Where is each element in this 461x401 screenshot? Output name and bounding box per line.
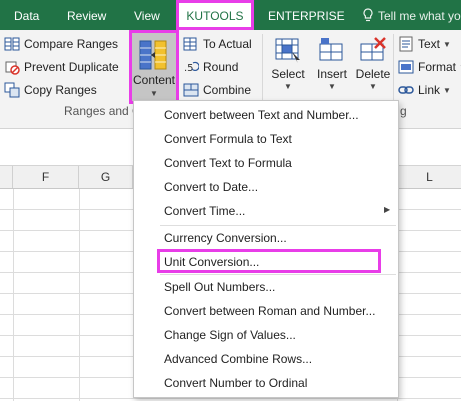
menu-item-convert-number-ordinal[interactable]: Convert Number to Ordinal: [164, 373, 307, 393]
select-button[interactable]: Select ▼: [268, 36, 308, 91]
link-label: Link: [418, 83, 441, 97]
tab-enterprise[interactable]: ENTERPRISE: [268, 0, 345, 30]
menu-item-change-sign[interactable]: Change Sign of Values...: [164, 325, 296, 345]
ribbon-tab-strip: Data Review View KUTOOLS ENTERPRISE Tell…: [0, 0, 461, 30]
round-button[interactable]: .5 Round: [183, 57, 238, 77]
column-header-g[interactable]: G: [79, 166, 133, 188]
copy-ranges-button[interactable]: Copy Ranges: [4, 80, 97, 100]
chevron-down-icon: ▼: [284, 82, 292, 91]
column-header-e[interactable]: [0, 166, 13, 188]
insert-icon: [319, 38, 343, 61]
group-label-editing: g: [400, 104, 407, 118]
chevron-down-icon: ▼: [443, 85, 451, 95]
combine-label: Combine: [203, 83, 252, 97]
svg-text:.5: .5: [184, 63, 194, 74]
text-button[interactable]: Text ▼: [398, 34, 451, 54]
menu-item-convert-roman-number[interactable]: Convert between Roman and Number...: [164, 301, 375, 321]
menu-item-convert-to-date[interactable]: Convert to Date...: [164, 177, 258, 197]
combine-icon: [183, 83, 199, 97]
format-button[interactable]: Format ▼: [398, 57, 461, 77]
prevent-duplicate-icon: [5, 61, 20, 75]
delete-label: Delete: [355, 67, 391, 81]
tab-data[interactable]: Data: [14, 0, 39, 30]
menu-item-convert-formula-text[interactable]: Convert Formula to Text: [164, 129, 292, 149]
menu-separator: [160, 225, 396, 226]
chevron-down-icon: ▼: [369, 82, 377, 91]
lightbulb-icon: [363, 8, 373, 22]
round-icon: .5: [184, 61, 199, 74]
link-button[interactable]: Link ▼: [398, 80, 451, 100]
chevron-down-icon: ▼: [150, 89, 158, 98]
grid-line: [0, 398, 461, 399]
chevron-down-icon: ▼: [328, 82, 336, 91]
menu-item-advanced-combine-rows[interactable]: Advanced Combine Rows...: [164, 349, 312, 369]
menu-item-currency-conversion[interactable]: Currency Conversion...: [164, 228, 287, 248]
select-icon: [275, 38, 300, 63]
delete-icon: [360, 37, 386, 61]
delete-button[interactable]: Delete ▼: [353, 36, 393, 91]
insert-label: Insert: [316, 67, 347, 81]
content-dropdown-button[interactable]: Content ▼: [129, 30, 179, 104]
menu-item-convert-text-number[interactable]: Convert between Text and Number...: [164, 105, 359, 125]
menu-item-convert-text-formula[interactable]: Convert Text to Formula: [164, 153, 292, 173]
tab-review[interactable]: Review: [67, 0, 106, 30]
menu-item-convert-time[interactable]: Convert Time...: [164, 201, 245, 221]
compare-ranges-label: Compare Ranges: [24, 37, 119, 51]
unit-conversion-highlight: [157, 249, 381, 273]
chevron-down-icon: ▼: [443, 39, 451, 49]
insert-button[interactable]: Insert ▼: [312, 36, 352, 91]
column-header-l[interactable]: L: [398, 166, 461, 188]
to-actual-label: To Actual: [203, 37, 252, 51]
text-label: Text: [418, 37, 441, 51]
tab-view[interactable]: View: [134, 0, 160, 30]
compare-ranges-button[interactable]: Compare Ranges: [4, 34, 118, 54]
content-icon: [139, 40, 167, 70]
grid-line: [79, 189, 80, 401]
to-actual-button[interactable]: To Actual: [183, 34, 252, 54]
column-header-f[interactable]: F: [13, 166, 79, 188]
content-label: Content: [132, 73, 176, 87]
select-label: Select: [271, 67, 305, 81]
to-actual-icon: [183, 37, 197, 51]
round-label: Round: [203, 60, 239, 74]
copy-ranges-label: Copy Ranges: [24, 83, 97, 97]
link-icon: [398, 86, 414, 94]
grid-line: [13, 189, 14, 401]
copy-ranges-icon: [4, 82, 20, 98]
submenu-arrow-icon: ▶: [384, 205, 391, 214]
format-icon: [398, 60, 414, 74]
prevent-duplicate-label: Prevent Duplicate: [24, 60, 119, 74]
combine-button[interactable]: Combine: [183, 80, 251, 100]
tab-kutools[interactable]: KUTOOLS: [176, 0, 254, 30]
prevent-duplicate-button[interactable]: Prevent Duplicate: [4, 57, 119, 77]
compare-ranges-icon: [4, 37, 20, 51]
tell-me-search[interactable]: Tell me what yo: [378, 0, 461, 30]
menu-item-spell-out-numbers[interactable]: Spell Out Numbers...: [164, 277, 275, 297]
text-icon: [399, 36, 413, 52]
menu-separator: [160, 274, 396, 275]
group-label-ranges: Ranges and C: [64, 104, 141, 118]
format-label: Format: [418, 60, 457, 74]
